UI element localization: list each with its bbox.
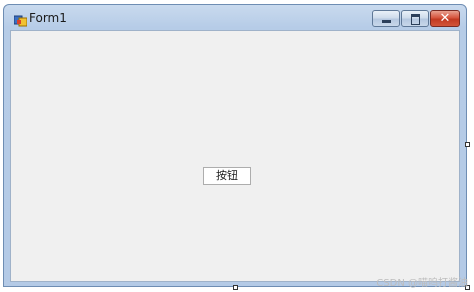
maximize-button[interactable]: [401, 10, 429, 27]
minimize-button[interactable]: [372, 10, 400, 27]
window-title: Form1: [29, 11, 67, 25]
title-bar[interactable]: Form1 ✕: [4, 5, 466, 31]
minimize-icon: [382, 20, 391, 23]
form-button[interactable]: 按钮: [203, 167, 251, 185]
form-window[interactable]: Form1 ✕ 按钮: [3, 4, 467, 287]
maximize-icon: [411, 14, 420, 25]
close-button[interactable]: ✕: [430, 10, 460, 27]
designer-surface: Form1 ✕ 按钮 CSDN @喵呜打酱油: [0, 0, 474, 292]
close-icon: ✕: [439, 11, 451, 26]
form-app-icon: [13, 12, 28, 27]
resize-handle-bottom[interactable]: [233, 285, 238, 290]
watermark: CSDN @喵呜打酱油: [376, 278, 468, 289]
form-client-area[interactable]: 按钮: [10, 30, 460, 282]
resize-handle-right[interactable]: [465, 142, 470, 147]
